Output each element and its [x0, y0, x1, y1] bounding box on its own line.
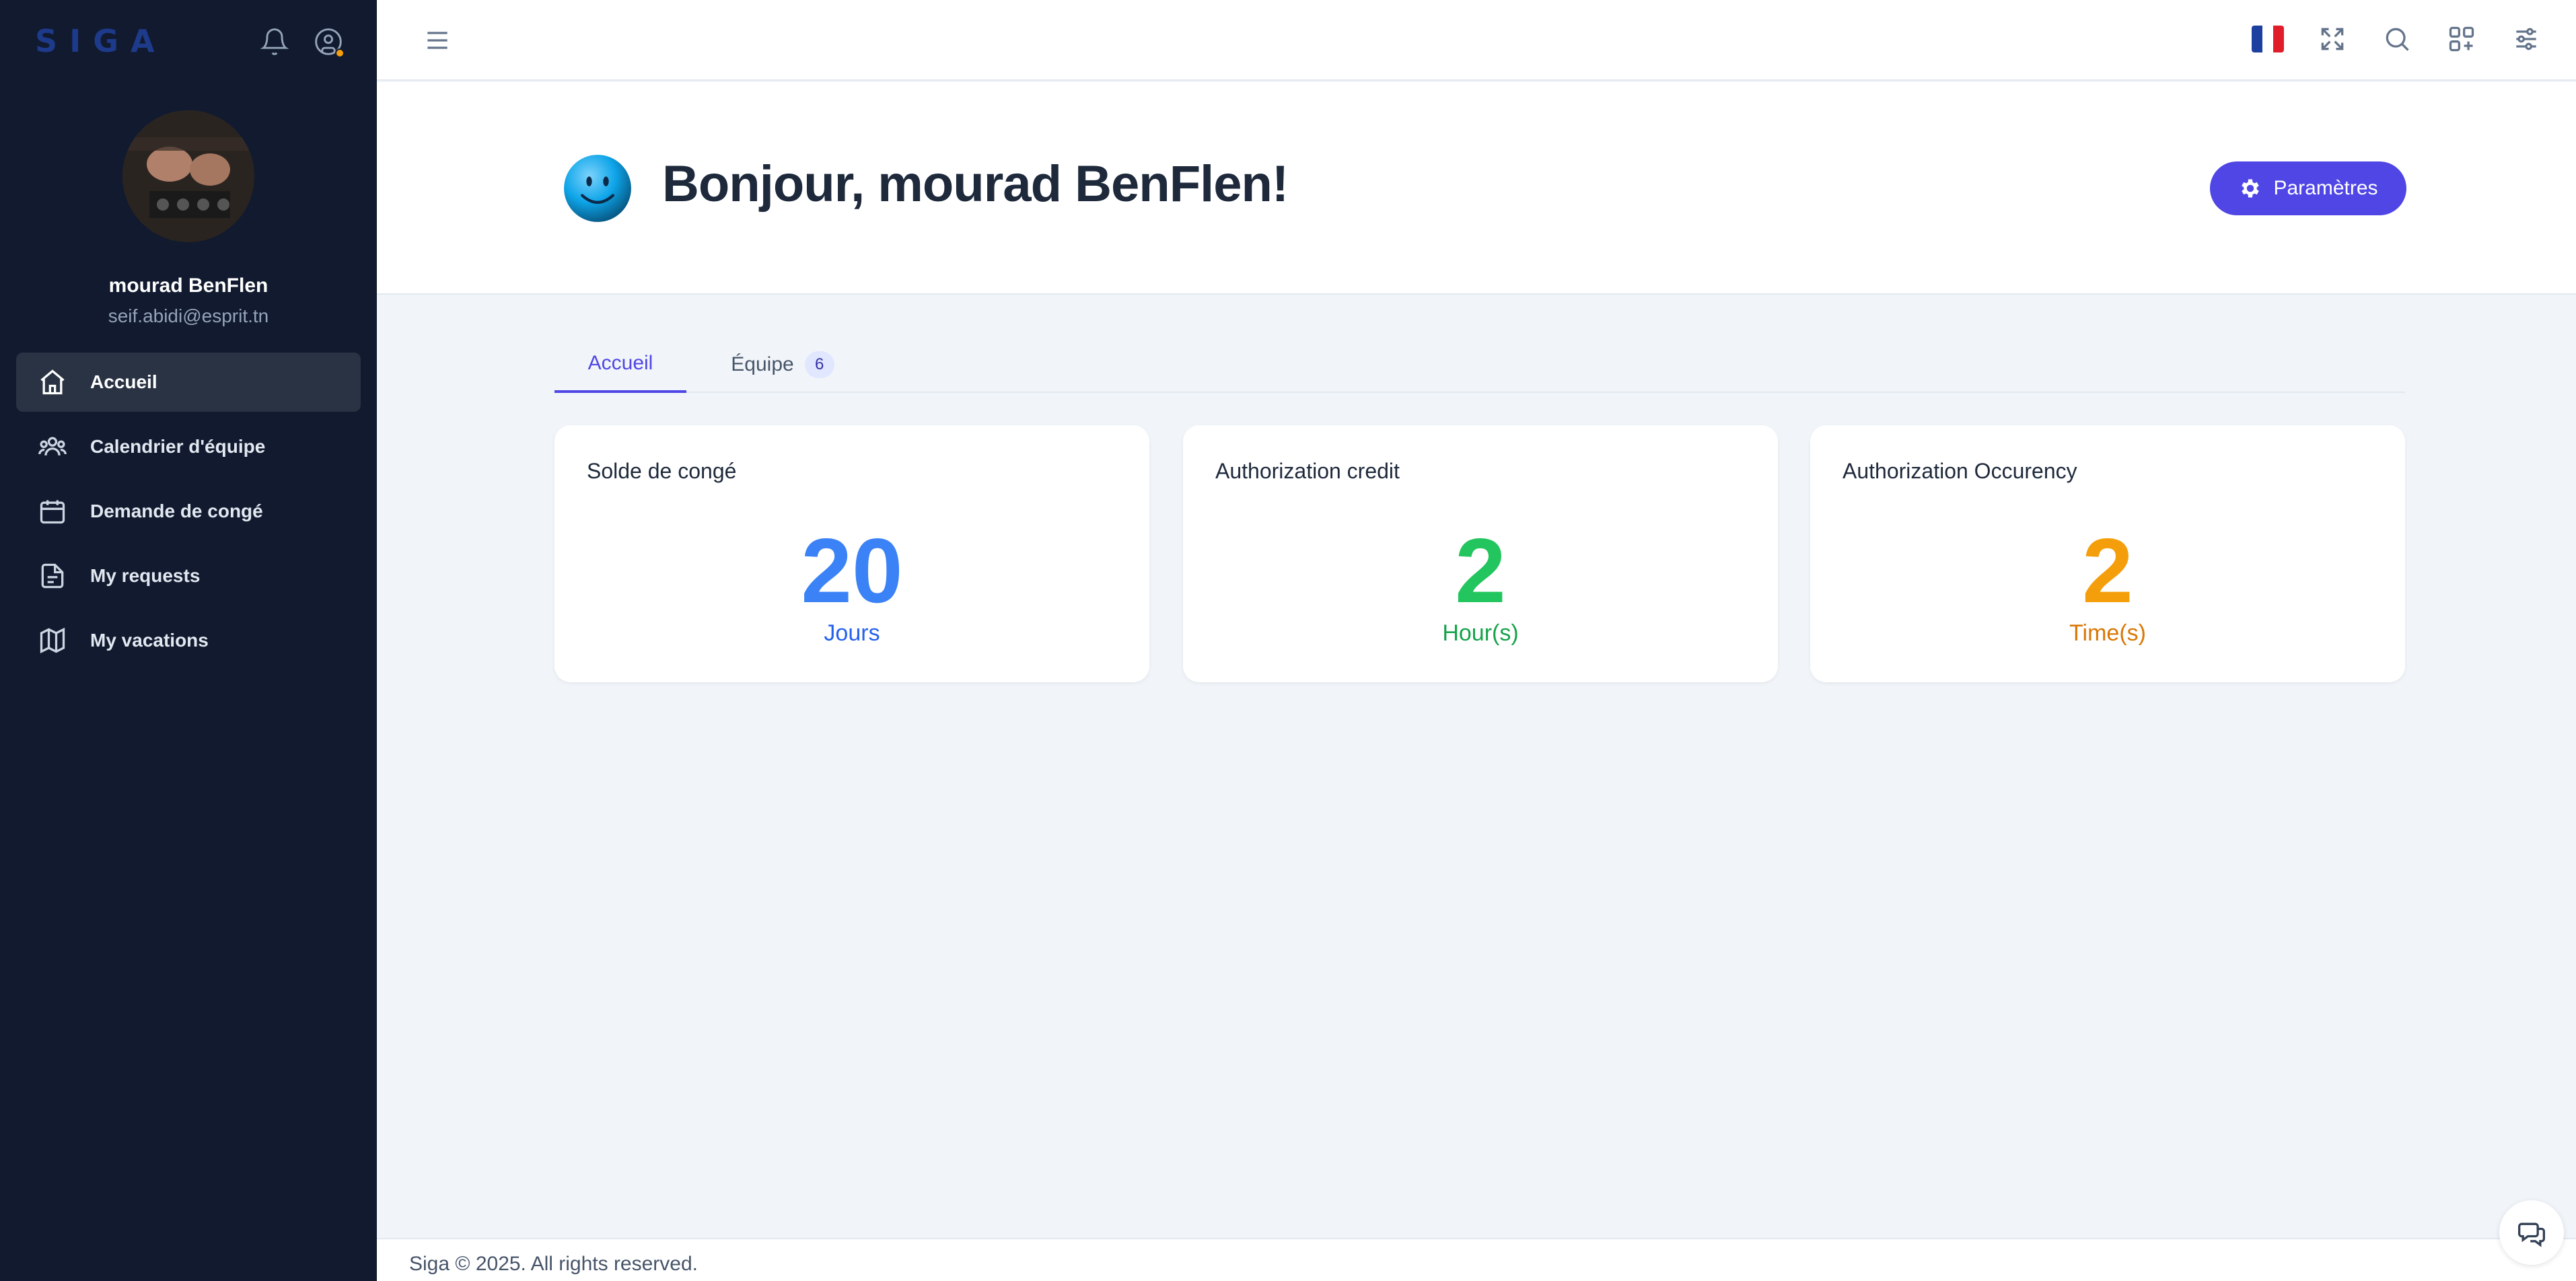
user-circle-icon[interactable]: [311, 24, 346, 59]
chat-icon: [2518, 1222, 2545, 1247]
menu-icon[interactable]: [419, 22, 456, 59]
smiley-icon: [564, 155, 631, 222]
tab-count-badge: 6: [804, 351, 834, 378]
tab-label: Accueil: [587, 352, 653, 374]
sidebar-item-my-vacations[interactable]: My vacations: [16, 611, 361, 670]
sidebar-item-label: My requests: [90, 565, 201, 586]
authorization-credit-card: Authorization credit 2 Hour(s): [1183, 425, 1778, 682]
user-name: mourad BenFlen: [108, 274, 269, 297]
page-title: Bonjour, mourad BenFlen!: [662, 155, 1289, 213]
welcome-header: Bonjour, mourad BenFlen! Paramètres: [377, 82, 2576, 295]
calendar-icon: [38, 497, 67, 526]
topbar: [377, 0, 2576, 81]
card-value: 2: [1455, 519, 1506, 622]
user-email: seif.abidi@esprit.tn: [108, 305, 269, 326]
avatar[interactable]: [122, 110, 254, 242]
settings-button-label: Paramètres: [2273, 177, 2378, 199]
leave-balance-card: Solde de congé 20 Jours: [554, 425, 1149, 682]
chat-button[interactable]: [2499, 1200, 2564, 1265]
gear-icon: [2242, 179, 2260, 198]
users-icon: [38, 432, 67, 462]
card-value: 20: [801, 519, 903, 622]
card-unit: Time(s): [2069, 620, 2146, 646]
bell-icon[interactable]: [257, 24, 292, 59]
sidebar-item-label: My vacations: [90, 630, 209, 651]
authorization-occurrency-card: Authorization Occurency 2 Time(s): [1810, 425, 2405, 682]
card-title: Authorization credit: [1215, 459, 1400, 483]
app-logo[interactable]: SIGA: [35, 23, 167, 59]
tab-equipe[interactable]: Équipe 6: [719, 336, 847, 393]
sidebar-item-leave-request[interactable]: Demande de congé: [16, 482, 361, 541]
sidebar-item-label: Calendrier d'équipe: [90, 436, 266, 457]
flag-fr-icon: [2252, 26, 2284, 52]
fullscreen-icon[interactable]: [2314, 20, 2351, 58]
sidebar-item-label: Demande de congé: [90, 501, 263, 521]
sidebar: SIGA mourad BenFlen seif.abidi@esprit.tn: [0, 0, 377, 1281]
settings-button[interactable]: Paramètres: [2210, 161, 2406, 215]
card-title: Solde de congé: [587, 459, 737, 483]
home-icon: [38, 367, 67, 397]
map-icon: [38, 626, 67, 655]
tab-accueil[interactable]: Accueil: [554, 336, 686, 393]
settings-sliders-icon[interactable]: [2507, 20, 2545, 58]
apps-icon[interactable]: [2443, 20, 2480, 58]
file-text-icon: [38, 561, 67, 591]
sidebar-nav: Accueil Calendrier d'équipe Demande de c…: [16, 353, 361, 675]
copyright-text: Siga © 2025. All rights reserved.: [409, 1253, 698, 1275]
card-unit: Jours: [824, 620, 880, 646]
card-value: 2: [2082, 519, 2133, 622]
footer: Siga © 2025. All rights reserved.: [377, 1238, 2576, 1281]
card-unit: Hour(s): [1442, 620, 1519, 646]
sidebar-header: SIGA: [0, 0, 377, 82]
sidebar-item-label: Accueil: [90, 371, 157, 392]
status-dot: [335, 48, 345, 58]
sidebar-item-accueil[interactable]: Accueil: [16, 353, 361, 412]
search-icon[interactable]: [2378, 20, 2416, 58]
tab-bar: Accueil Équipe 6: [554, 336, 2405, 393]
sidebar-item-my-requests[interactable]: My requests: [16, 546, 361, 606]
card-title: Authorization Occurency: [1842, 459, 2077, 483]
tab-label: Équipe: [731, 353, 794, 375]
sidebar-item-team-calendar[interactable]: Calendrier d'équipe: [16, 417, 361, 476]
language-flag-fr-icon[interactable]: [2249, 20, 2287, 58]
